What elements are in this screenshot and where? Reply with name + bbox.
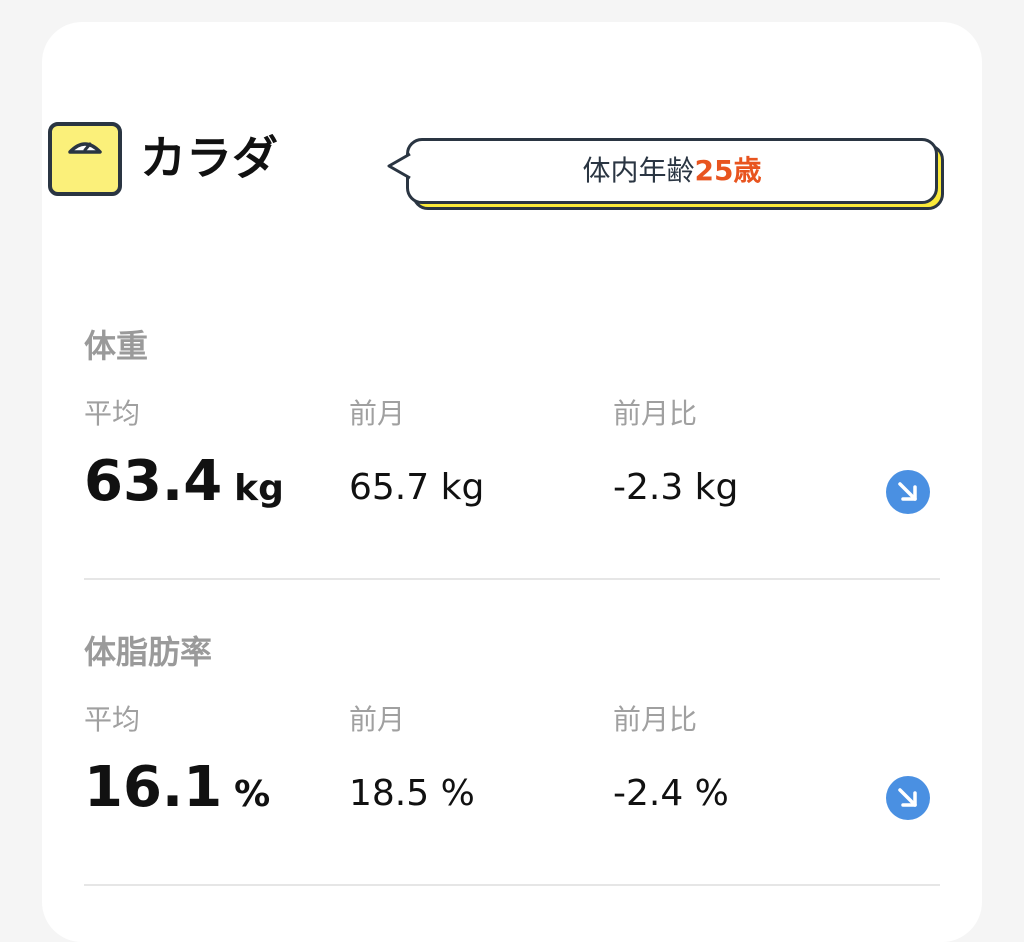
divider [84,578,940,580]
last-month-value: 18.5 % [349,773,475,814]
average-number: 63.4 [84,449,223,514]
last-month-label: 前月 [349,397,406,430]
arrow-down-right-icon [886,776,930,820]
change-label: 前月比 [613,703,698,736]
card-header: カラダ 体内年齢25歳 [48,122,944,222]
average-unit: % [234,774,271,815]
body-fat-title: 体脂肪率 [84,633,213,671]
body-age-value: 25歳 [694,154,762,187]
section-heading: カラダ [140,131,278,185]
change-value: -2.4 % [613,773,729,814]
average-number: 16.1 [84,755,223,820]
average-label: 平均 [84,703,141,736]
average-value: 63.4 kg [84,442,284,535]
change-label: 前月比 [613,397,698,430]
body-age-bubble[interactable]: 体内年齢25歳 [368,122,944,222]
last-month-value: 65.7 kg [349,467,485,508]
body-age-label: 体内年齢 [582,154,695,187]
body-age-text: 体内年齢25歳 [406,138,938,204]
last-month-label: 前月 [349,703,406,736]
scale-icon [48,122,122,196]
weight-title: 体重 [84,327,149,365]
average-value: 16.1% [84,748,270,841]
arrow-down-right-icon [886,470,930,514]
average-label: 平均 [84,397,141,430]
divider [84,884,940,886]
average-unit: kg [234,468,284,509]
change-value: -2.3 kg [613,467,739,508]
